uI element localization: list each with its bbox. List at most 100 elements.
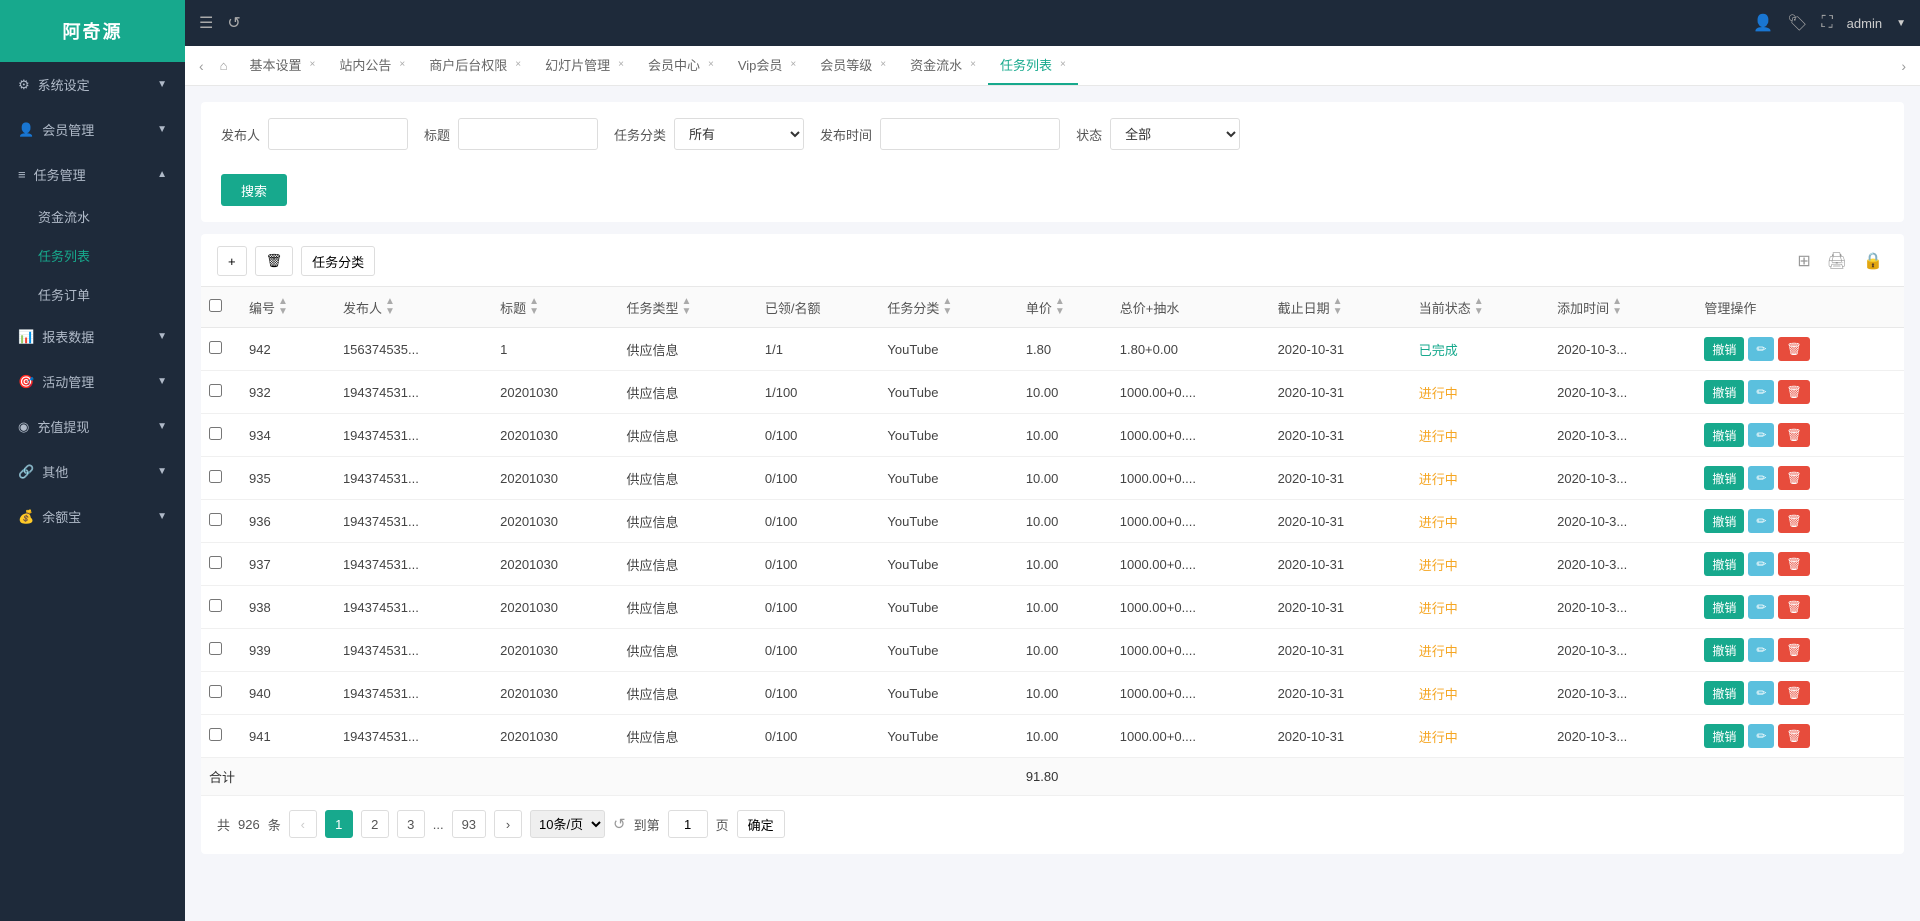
lock-icon[interactable]: 🔒	[1858, 249, 1888, 273]
print-icon[interactable]: 🖨	[1822, 249, 1852, 273]
delete-row-button[interactable]: 🗑	[1778, 595, 1809, 619]
tab-basic[interactable]: 基本设置 ×	[238, 46, 328, 85]
row-checkbox[interactable]	[209, 642, 222, 655]
revoke-button[interactable]: 撤销	[1704, 509, 1744, 533]
add-button[interactable]: +	[217, 246, 247, 276]
fullscreen-icon[interactable]: ⛶	[1821, 14, 1832, 32]
search-button[interactable]: 搜索	[221, 174, 287, 206]
sidebar-item-tasks[interactable]: ≡ 任务管理 ▲	[0, 152, 185, 197]
tab-fund-flow[interactable]: 资金流水 ×	[898, 46, 988, 85]
sidebar-item-reports[interactable]: 📊 报表数据 ▼	[0, 314, 185, 359]
delete-row-button[interactable]: 🗑	[1778, 638, 1809, 662]
sidebar-item-other[interactable]: 🔗 其他 ▼	[0, 449, 185, 494]
row-checkbox[interactable]	[209, 728, 222, 741]
edit-button[interactable]: ✏	[1748, 681, 1774, 705]
edit-button[interactable]: ✏	[1748, 380, 1774, 404]
delete-row-button[interactable]: 🗑	[1778, 509, 1809, 533]
tag-icon[interactable]: 🏷	[1787, 13, 1807, 33]
tab-close-icon[interactable]: ×	[310, 59, 316, 70]
page-3-btn[interactable]: 3	[397, 810, 425, 838]
tab-close-icon[interactable]: ×	[399, 59, 405, 70]
tab-close-icon[interactable]: ×	[790, 59, 796, 70]
category-button[interactable]: 任务分类	[301, 246, 375, 276]
revoke-button[interactable]: 撤销	[1704, 595, 1744, 619]
publisher-input[interactable]	[268, 118, 408, 150]
tab-vip[interactable]: Vip会员 ×	[726, 46, 808, 85]
category-select[interactable]: 所有 供应信息 其他	[674, 118, 804, 150]
select-all-checkbox[interactable]	[209, 299, 222, 312]
tab-close-icon[interactable]: ×	[970, 59, 976, 70]
page-2-btn[interactable]: 2	[361, 810, 389, 838]
tab-notice[interactable]: 站内公告 ×	[327, 46, 417, 85]
row-checkbox[interactable]	[209, 513, 222, 526]
tab-slideshow[interactable]: 幻灯片管理 ×	[533, 46, 636, 85]
row-checkbox[interactable]	[209, 599, 222, 612]
tab-member-level[interactable]: 会员等级 ×	[808, 46, 898, 85]
prev-page-btn[interactable]: ‹	[289, 810, 317, 838]
sidebar-item-recharge[interactable]: ◉ 充值提现 ▼	[0, 404, 185, 449]
avatar-icon[interactable]: 👤	[1753, 13, 1773, 33]
edit-button[interactable]: ✏	[1748, 509, 1774, 533]
menu-toggle-icon[interactable]: ☰	[199, 13, 213, 33]
tab-close-icon[interactable]: ×	[515, 59, 521, 70]
row-checkbox[interactable]	[209, 685, 222, 698]
goto-confirm-btn[interactable]: 确定	[737, 810, 785, 838]
row-checkbox[interactable]	[209, 384, 222, 397]
tab-close-icon[interactable]: ×	[1060, 59, 1066, 70]
edit-button[interactable]: ✏	[1748, 595, 1774, 619]
edit-button[interactable]: ✏	[1748, 638, 1774, 662]
delete-row-button[interactable]: 🗑	[1778, 466, 1809, 490]
row-checkbox[interactable]	[209, 341, 222, 354]
tab-member-center[interactable]: 会员中心 ×	[636, 46, 726, 85]
edit-button[interactable]: ✏	[1748, 337, 1774, 361]
sidebar-sub-task-list[interactable]: 任务列表	[0, 236, 185, 275]
sidebar-item-activities[interactable]: 🎯 活动管理 ▼	[0, 359, 185, 404]
tabs-next-btn[interactable]: ›	[1895, 58, 1912, 74]
tab-task-list[interactable]: 任务列表 ×	[988, 46, 1078, 85]
delete-row-button[interactable]: 🗑	[1778, 380, 1809, 404]
next-page-btn[interactable]: ›	[494, 810, 522, 838]
tab-close-icon[interactable]: ×	[708, 59, 714, 70]
delete-row-button[interactable]: 🗑	[1778, 423, 1809, 447]
tab-home-btn[interactable]: ⌂	[210, 58, 238, 73]
revoke-button[interactable]: 撤销	[1704, 380, 1744, 404]
sidebar-item-members[interactable]: 👤 会员管理 ▼	[0, 107, 185, 152]
sidebar-item-wallet[interactable]: 💰 余额宝 ▼	[0, 494, 185, 539]
delete-row-button[interactable]: 🗑	[1778, 552, 1809, 576]
revoke-button[interactable]: 撤销	[1704, 724, 1744, 748]
sidebar-item-system[interactable]: ⚙ 系统设定 ▼	[0, 62, 185, 107]
revoke-button[interactable]: 撤销	[1704, 681, 1744, 705]
edit-button[interactable]: ✏	[1748, 423, 1774, 447]
page-93-btn[interactable]: 93	[452, 810, 486, 838]
tab-close-icon[interactable]: ×	[880, 59, 886, 70]
revoke-button[interactable]: 撤销	[1704, 337, 1744, 361]
revoke-button[interactable]: 撤销	[1704, 638, 1744, 662]
page-size-select[interactable]: 10条/页 20条/页 50条/页	[530, 810, 605, 838]
pagination-refresh-icon[interactable]: ↺	[613, 815, 626, 833]
revoke-button[interactable]: 撤销	[1704, 423, 1744, 447]
edit-button[interactable]: ✏	[1748, 724, 1774, 748]
sidebar-sub-fund[interactable]: 资金流水	[0, 197, 185, 236]
revoke-button[interactable]: 撤销	[1704, 466, 1744, 490]
tab-merchant[interactable]: 商户后台权限 ×	[417, 46, 533, 85]
time-input[interactable]	[880, 118, 1060, 150]
row-checkbox[interactable]	[209, 470, 222, 483]
admin-label[interactable]: admin	[1847, 16, 1882, 31]
edit-button[interactable]: ✏	[1748, 552, 1774, 576]
delete-row-button[interactable]: 🗑	[1778, 724, 1809, 748]
delete-row-button[interactable]: 🗑	[1778, 337, 1809, 361]
row-checkbox[interactable]	[209, 427, 222, 440]
view-grid-icon[interactable]: ⊞	[1792, 249, 1815, 273]
title-input[interactable]	[458, 118, 598, 150]
tab-close-icon[interactable]: ×	[618, 59, 624, 70]
revoke-button[interactable]: 撤销	[1704, 552, 1744, 576]
goto-page-input[interactable]	[668, 810, 708, 838]
edit-button[interactable]: ✏	[1748, 466, 1774, 490]
sidebar-sub-task-orders[interactable]: 任务订单	[0, 275, 185, 314]
page-1-btn[interactable]: 1	[325, 810, 353, 838]
status-select[interactable]: 全部 进行中 已完成 已撤销	[1110, 118, 1240, 150]
delete-button[interactable]: 🗑	[255, 246, 294, 276]
row-checkbox[interactable]	[209, 556, 222, 569]
refresh-page-icon[interactable]: ↺	[227, 13, 240, 33]
tabs-prev-btn[interactable]: ‹	[193, 58, 210, 74]
